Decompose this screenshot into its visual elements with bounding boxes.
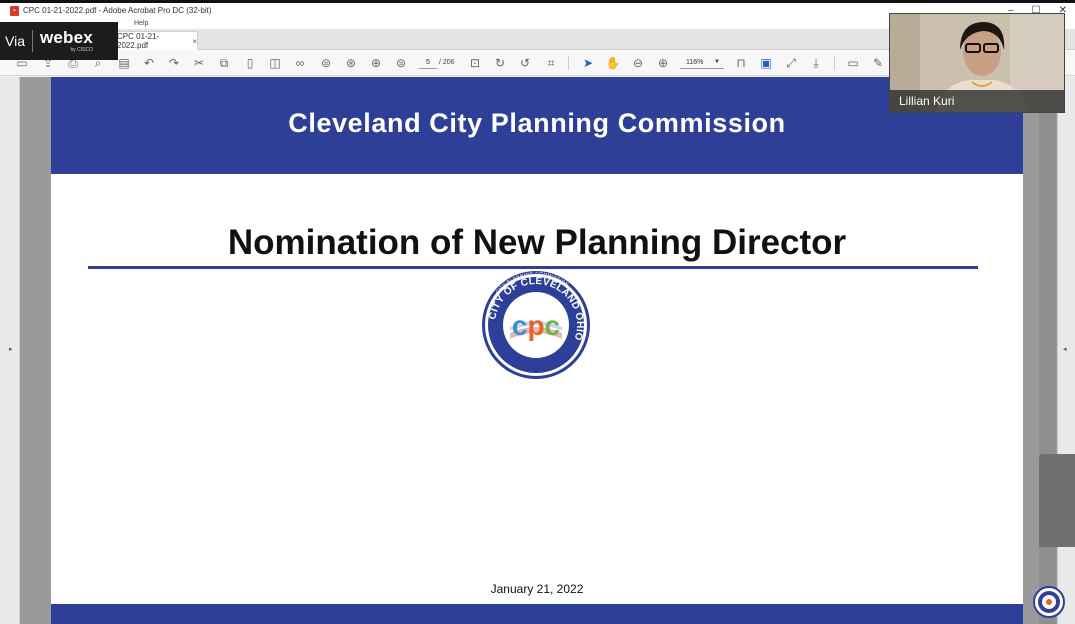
left-navigation-pane[interactable]: ▸ (0, 77, 20, 624)
page-fit-icon[interactable]: ⊓ (733, 55, 749, 71)
webex-brand-sub: by CISCO (70, 47, 93, 53)
slide-header-banner: Cleveland City Planning Commission (51, 77, 1023, 174)
cut-icon[interactable]: ✂ (191, 55, 207, 71)
snapshot-icon[interactable]: ◫ (267, 55, 283, 71)
full-screen-icon[interactable]: ⤢ (783, 55, 799, 71)
toolbar-divider-2 (834, 56, 835, 70)
participant-name: Lillian Kuri (890, 90, 1064, 112)
pdf-icon: ▪ (10, 5, 19, 16)
pen-icon[interactable]: ✎ (870, 55, 886, 71)
rotate-ccw-icon[interactable]: ↺ (517, 55, 533, 71)
protect-icon[interactable]: ▤ (116, 55, 132, 71)
expand-right-pane-icon[interactable]: ◂ (1063, 345, 1067, 353)
redo-icon[interactable]: ↷ (166, 55, 182, 71)
webex-via-label: Via (5, 33, 25, 49)
cpc-seal: CITY PLANNING COMMISSION CITY OF CLEVELA… (482, 271, 590, 379)
page-number-input[interactable]: 5 (419, 56, 437, 69)
crop-icon[interactable]: ⌗ (543, 55, 559, 71)
page-count: / 206 (439, 59, 455, 66)
screen: ▪ CPC 01-21-2022.pdf - Adobe Acrobat Pro… (0, 0, 1075, 624)
next-page-icon[interactable]: ⊕ (368, 55, 384, 71)
hand-tool-icon[interactable]: ✋ (605, 55, 621, 71)
undo-icon[interactable]: ↶ (141, 55, 157, 71)
zoom-out-icon[interactable]: ⊖ (630, 55, 646, 71)
webex-divider (31, 30, 33, 52)
window-title: CPC 01-21-2022.pdf - Adobe Acrobat Pro D… (23, 6, 212, 15)
webex-logo: webex by CISCO (40, 29, 93, 53)
comment-icon[interactable]: ▭ (845, 55, 861, 71)
chevron-down-icon: ▼ (714, 59, 720, 65)
webex-brand-name: webex (39, 28, 93, 47)
last-page-icon[interactable]: ⊜ (393, 55, 409, 71)
binoculars-icon[interactable]: ∞ (292, 55, 308, 71)
slide-date: January 21, 2022 (490, 582, 584, 596)
scrollbar-thumb[interactable] (1039, 454, 1075, 547)
first-page-icon[interactable]: ⊜ (318, 55, 334, 71)
document-tab-label: CPC 01-21-2022.pdf (117, 32, 160, 50)
zoom-in-icon[interactable]: ⊕ (655, 55, 671, 71)
webex-badge: Via webex by CISCO (0, 22, 118, 60)
scroll-mode-icon[interactable]: ▣ (758, 55, 774, 71)
cpc-mini-logo-icon (1033, 586, 1065, 618)
read-mode-icon[interactable]: ⤓ (808, 55, 824, 71)
document-tab[interactable]: CPC 01-21-2022.pdf × (108, 31, 198, 50)
marquee-zoom-icon[interactable]: ⊡ (467, 55, 483, 71)
toolbar-divider (568, 56, 569, 70)
seal-letters: cpc (512, 310, 560, 341)
menu-help[interactable]: Help (134, 20, 148, 27)
previous-page-icon[interactable]: ⊛ (343, 55, 359, 71)
rotate-cw-icon[interactable]: ↻ (492, 55, 508, 71)
expand-left-pane-icon[interactable]: ▸ (9, 345, 13, 353)
zoom-level-value: 116% (686, 59, 704, 66)
slide-footer-banner (51, 604, 1023, 624)
slide-title: Nomination of New Planning Director (227, 223, 847, 262)
clipboard-icon[interactable]: ▯ (242, 55, 258, 71)
slide-page: Cleveland City Planning Commission Nomin… (51, 77, 1023, 624)
close-tab-icon[interactable]: × (192, 37, 197, 46)
slide-header-text: Cleveland City Planning Commission (288, 108, 786, 138)
copy-icon[interactable]: ⧉ (216, 55, 232, 71)
participant-video[interactable]: Lillian Kuri (889, 13, 1065, 113)
select-cursor-icon[interactable]: ➤ (580, 55, 596, 71)
zoom-level-dropdown[interactable]: 116% ▼ (680, 56, 724, 69)
